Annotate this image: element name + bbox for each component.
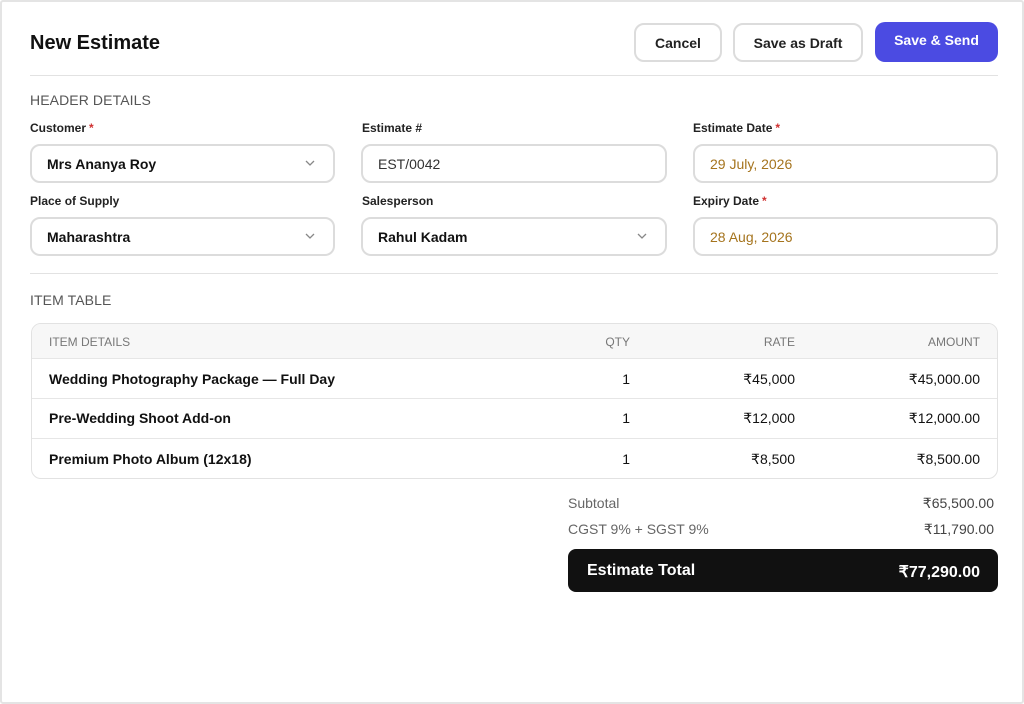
save-send-button[interactable]: Save & Send	[875, 22, 998, 62]
item-name: Pre-Wedding Shoot Add-on	[49, 410, 231, 426]
estimate-number-input[interactable]: EST/0042	[361, 144, 667, 183]
estimate-date-value: 29 July, 2026	[710, 155, 793, 172]
customer-label: Customer *	[30, 121, 94, 135]
column-header-qty: QTY	[605, 335, 630, 349]
item-qty: 1	[622, 410, 630, 426]
estimate-number-value: EST/0042	[378, 155, 441, 172]
subtotal-label: Subtotal	[568, 495, 620, 511]
salesperson-select[interactable]: Rahul Kadam	[361, 217, 667, 256]
item-qty: 1	[622, 451, 630, 467]
item-table: ITEM DETAILS QTY RATE AMOUNT Wedding Pho…	[31, 323, 998, 479]
tax-label: CGST 9% + SGST 9%	[568, 521, 709, 537]
table-row[interactable]: Wedding Photography Package — Full Day 1…	[32, 359, 997, 399]
tax-value: ₹11,790.00	[923, 521, 994, 537]
estimate-date-label: Estimate Date *	[693, 121, 781, 135]
item-amount: ₹8,500.00	[916, 451, 980, 467]
customer-select[interactable]: Mrs Ananya Roy	[30, 144, 335, 183]
place-of-supply-label: Place of Supply	[30, 194, 120, 208]
save-draft-button[interactable]: Save as Draft	[733, 23, 863, 62]
item-name: Wedding Photography Package — Full Day	[49, 371, 336, 387]
customer-value: Mrs Ananya Roy	[47, 155, 157, 172]
table-header: ITEM DETAILS QTY RATE AMOUNT	[32, 324, 997, 359]
table-row[interactable]: Pre-Wedding Shoot Add-on 1 ₹12,000 ₹12,0…	[32, 399, 997, 439]
column-header-rate: RATE	[763, 335, 795, 349]
estimate-form: New Estimate Cancel Save as Draft Save &…	[0, 0, 1024, 704]
chevron-down-icon	[637, 233, 647, 239]
required-marker: *	[762, 194, 767, 208]
salesperson-label: Salesperson	[362, 194, 434, 208]
estimate-number-label: Estimate #	[362, 121, 423, 135]
subtotal-value: ₹65,500.00	[922, 495, 994, 511]
place-of-supply-select[interactable]: Maharashtra	[30, 217, 335, 256]
item-name: Premium Photo Album (12x18)	[49, 451, 252, 467]
salesperson-value: Rahul Kadam	[378, 228, 468, 245]
chevron-down-icon	[305, 160, 315, 166]
required-marker: *	[89, 121, 94, 135]
chevron-down-icon	[305, 233, 315, 239]
page-title: New Estimate	[30, 32, 161, 54]
item-amount: ₹45,000.00	[908, 371, 980, 387]
item-amount: ₹12,000.00	[908, 410, 980, 426]
divider	[30, 273, 998, 274]
item-rate: ₹45,000	[743, 371, 795, 387]
column-header-item-details: ITEM DETAILS	[49, 335, 131, 349]
item-qty: 1	[622, 371, 630, 387]
header-details-title: HEADER DETAILS	[30, 92, 151, 108]
item-table-title: ITEM TABLE	[30, 292, 112, 308]
place-of-supply-value: Maharashtra	[47, 228, 131, 245]
cancel-button[interactable]: Cancel	[634, 23, 722, 62]
divider	[30, 75, 998, 76]
table-row[interactable]: Premium Photo Album (12x18) 1 ₹8,500 ₹8,…	[32, 439, 997, 478]
estimate-total-value: ₹77,290.00	[898, 564, 980, 581]
required-marker: *	[775, 121, 781, 135]
expiry-date-label: Expiry Date *	[693, 194, 767, 208]
expiry-date-value: 28 Aug, 2026	[710, 228, 793, 245]
estimate-total-bar: Estimate Total ₹77,290.00	[568, 549, 998, 592]
item-rate: ₹12,000	[743, 410, 795, 426]
estimate-total-label: Estimate Total	[587, 562, 696, 579]
item-rate: ₹8,500	[751, 451, 795, 467]
estimate-date-input[interactable]: 29 July, 2026	[693, 144, 998, 183]
column-header-amount: AMOUNT	[928, 335, 980, 349]
expiry-date-input[interactable]: 28 Aug, 2026	[693, 217, 998, 256]
